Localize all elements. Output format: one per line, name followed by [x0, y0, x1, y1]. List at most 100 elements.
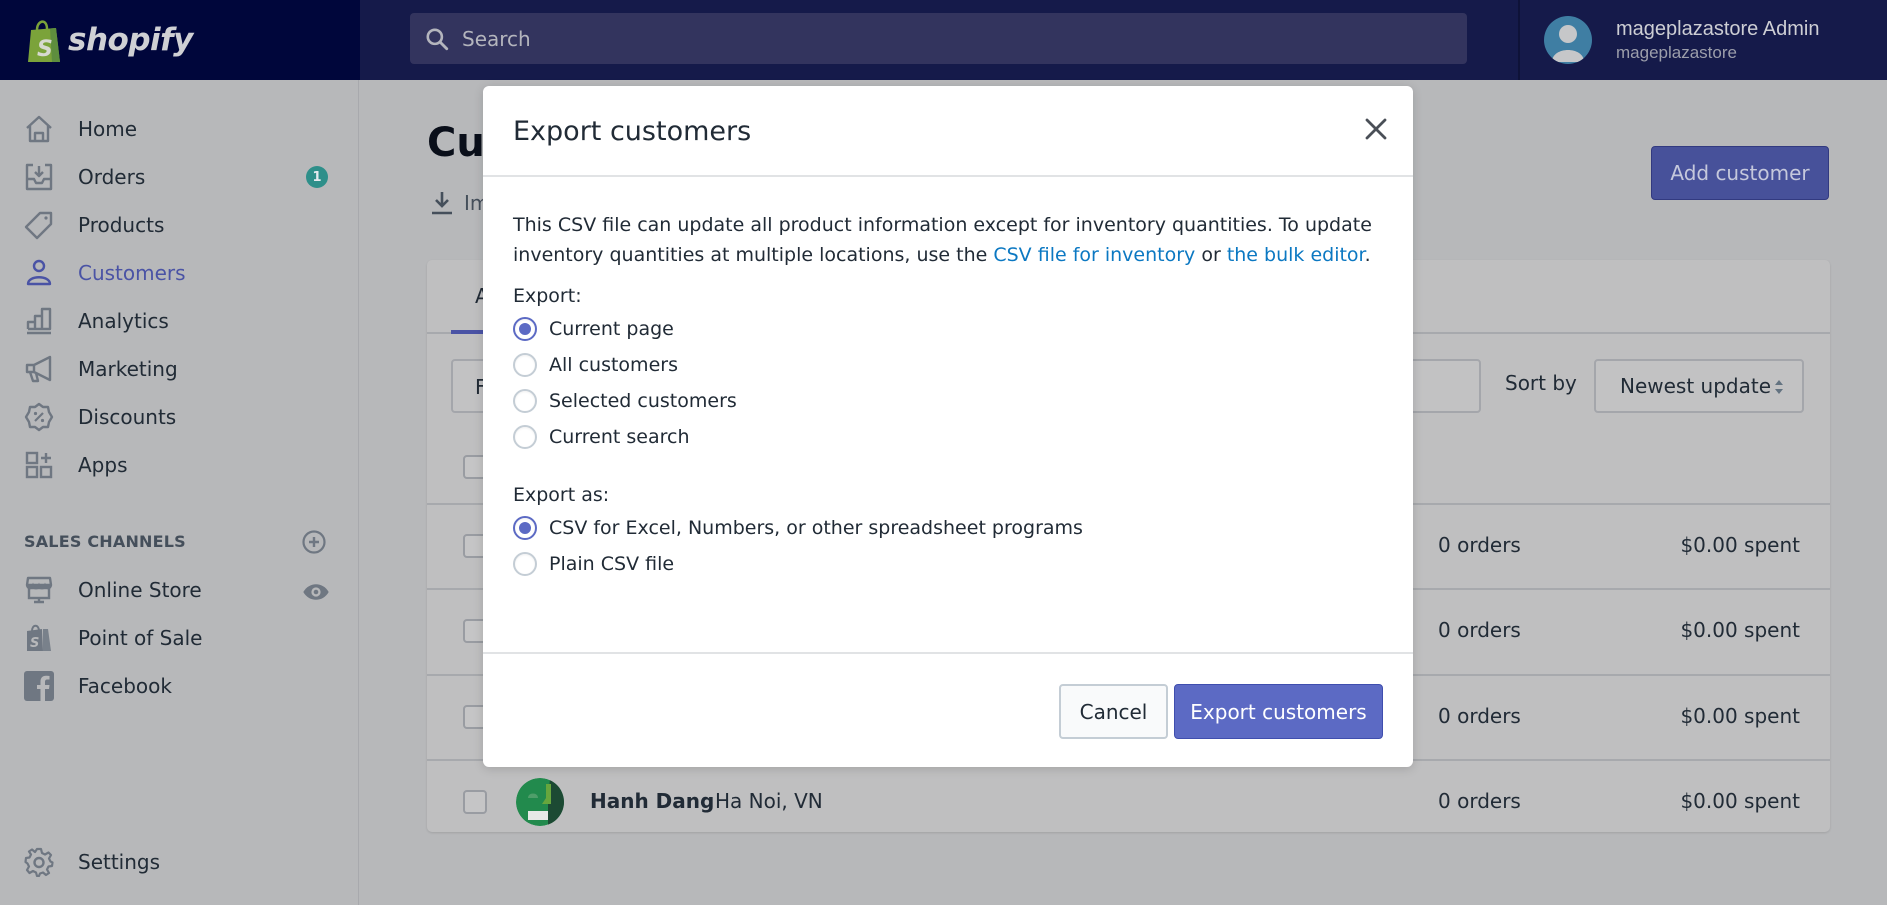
export-as-label: Export as:	[513, 484, 610, 506]
bulk-editor-link[interactable]: the bulk editor	[1227, 244, 1365, 266]
row-orders: 0 orders	[1438, 789, 1521, 813]
import-icon	[432, 192, 452, 215]
row-orders: 0 orders	[1438, 704, 1521, 728]
eye-icon[interactable]	[301, 577, 331, 607]
add-customer-button[interactable]: Add customer	[1651, 146, 1829, 200]
nav-label: Online Store	[78, 578, 202, 602]
radio-label: Current page	[549, 318, 674, 340]
shopify-logo[interactable]: S shopify	[0, 0, 360, 80]
row-orders: 0 orders	[1438, 618, 1521, 642]
nav-label: Point of Sale	[78, 626, 203, 650]
sidebar-item-point-of-sale[interactable]: S Point of Sale	[0, 614, 358, 662]
pos-icon: S	[27, 624, 51, 651]
store-name: mageplazastore	[1616, 42, 1737, 62]
close-button[interactable]	[1360, 113, 1392, 145]
brand-name: shopify	[68, 22, 193, 58]
sidebar-item-home[interactable]: Home	[0, 105, 358, 153]
sidebar-item-settings[interactable]: Settings	[0, 838, 358, 886]
tag-icon	[24, 211, 53, 240]
nav-label: Customers	[78, 261, 186, 285]
customer-name[interactable]: Hanh Dang	[590, 789, 714, 813]
add-channel-icon[interactable]	[301, 529, 327, 555]
row-spent: $0.00 spent	[1680, 704, 1800, 728]
sidebar-item-marketing[interactable]: Marketing	[0, 345, 358, 393]
sidebar-item-orders[interactable]: Orders 1	[0, 153, 358, 201]
modal-description: This CSV file can update all product inf…	[513, 210, 1383, 270]
row-spent: $0.00 spent	[1680, 533, 1800, 557]
radio-label: Plain CSV file	[549, 553, 675, 575]
nav-label: Settings	[78, 850, 161, 874]
top-bar: S shopify mageplazastore Admin mageplaza…	[0, 0, 1887, 80]
customer-icon	[26, 259, 52, 286]
modal-footer: Cancel Export customers	[483, 652, 1413, 767]
modal-title: Export customers	[513, 116, 752, 147]
search-icon	[426, 27, 449, 50]
radio-selected-customers[interactable]: Selected customers	[513, 383, 1383, 419]
row-orders: 0 orders	[1438, 533, 1521, 557]
csv-inventory-link[interactable]: CSV file for inventory	[993, 244, 1195, 266]
svg-text:S: S	[30, 636, 39, 651]
radio-current-page[interactable]: Current page	[513, 311, 1383, 347]
cancel-button[interactable]: Cancel	[1059, 684, 1168, 739]
radio-button[interactable]	[513, 552, 537, 576]
table-row[interactable]: Hanh Dang Ha Noi, VN 0 orders $0.00 spen…	[427, 759, 1830, 844]
discount-icon	[24, 402, 54, 432]
gear-icon	[24, 847, 54, 877]
radio-label: Current search	[549, 426, 690, 448]
user-menu[interactable]: mageplazastore Admin mageplazastore	[1518, 0, 1887, 80]
close-icon	[1365, 118, 1387, 140]
store-icon	[25, 576, 53, 604]
facebook-icon	[24, 671, 54, 701]
row-checkbox[interactable]	[463, 790, 487, 814]
modal-body: This CSV file can update all product inf…	[513, 210, 1383, 582]
radio-button[interactable]	[513, 317, 537, 341]
radio-button[interactable]	[513, 389, 537, 413]
nav-label: Home	[78, 117, 138, 141]
radio-all-customers[interactable]: All customers	[513, 347, 1383, 383]
sidebar-item-facebook[interactable]: Facebook	[0, 662, 358, 710]
nav-label: Products	[78, 213, 165, 237]
radio-button[interactable]	[513, 353, 537, 377]
sort-value: Newest update	[1620, 374, 1772, 398]
search-input[interactable]	[462, 26, 1362, 51]
radio-csv-excel[interactable]: CSV for Excel, Numbers, or other spreads…	[513, 510, 1383, 546]
sidebar-item-customers[interactable]: Customers	[0, 249, 358, 297]
modal-header: Export customers	[483, 86, 1413, 177]
svg-text:S: S	[37, 37, 53, 62]
sidebar-item-online-store[interactable]: Online Store	[0, 566, 358, 614]
radio-label: All customers	[549, 354, 678, 376]
radio-plain-csv[interactable]: Plain CSV file	[513, 546, 1383, 582]
customer-avatar	[516, 778, 564, 826]
row-spent: $0.00 spent	[1680, 618, 1800, 642]
nav-label: Marketing	[78, 357, 178, 381]
description-text: or	[1195, 244, 1227, 266]
sales-channels-title: SALES CHANNELS	[24, 532, 186, 551]
nav-label: Orders	[78, 165, 146, 189]
export-label: Export:	[513, 285, 582, 307]
sidebar-item-products[interactable]: Products	[0, 201, 358, 249]
sort-select[interactable]: Newest update	[1594, 359, 1804, 413]
radio-current-search[interactable]: Current search	[513, 419, 1383, 455]
home-icon	[26, 115, 52, 143]
description-text: .	[1364, 244, 1371, 266]
radio-label: CSV for Excel, Numbers, or other spreads…	[549, 517, 1083, 539]
export-customers-button[interactable]: Export customers	[1174, 684, 1383, 739]
sort-label: Sort by	[1505, 371, 1577, 395]
search-bar[interactable]	[410, 13, 1467, 64]
nav-label: Apps	[78, 453, 128, 477]
apps-icon	[25, 451, 53, 479]
sort-arrows-icon	[1775, 380, 1783, 394]
radio-label: Selected customers	[549, 390, 737, 412]
orders-icon	[25, 163, 53, 191]
user-name: mageplazastore Admin	[1616, 17, 1820, 40]
radio-button[interactable]	[513, 516, 537, 540]
orders-badge: 1	[306, 166, 328, 188]
sidebar-item-analytics[interactable]: Analytics	[0, 297, 358, 345]
customer-location: Ha Noi, VN	[715, 789, 823, 813]
export-customers-modal: Export customers This CSV file can updat…	[483, 86, 1413, 767]
sidebar-item-discounts[interactable]: Discounts	[0, 393, 358, 441]
nav-label: Facebook	[78, 674, 172, 698]
sidebar-item-apps[interactable]: Apps	[0, 441, 358, 489]
radio-button[interactable]	[513, 425, 537, 449]
megaphone-icon	[25, 355, 52, 383]
